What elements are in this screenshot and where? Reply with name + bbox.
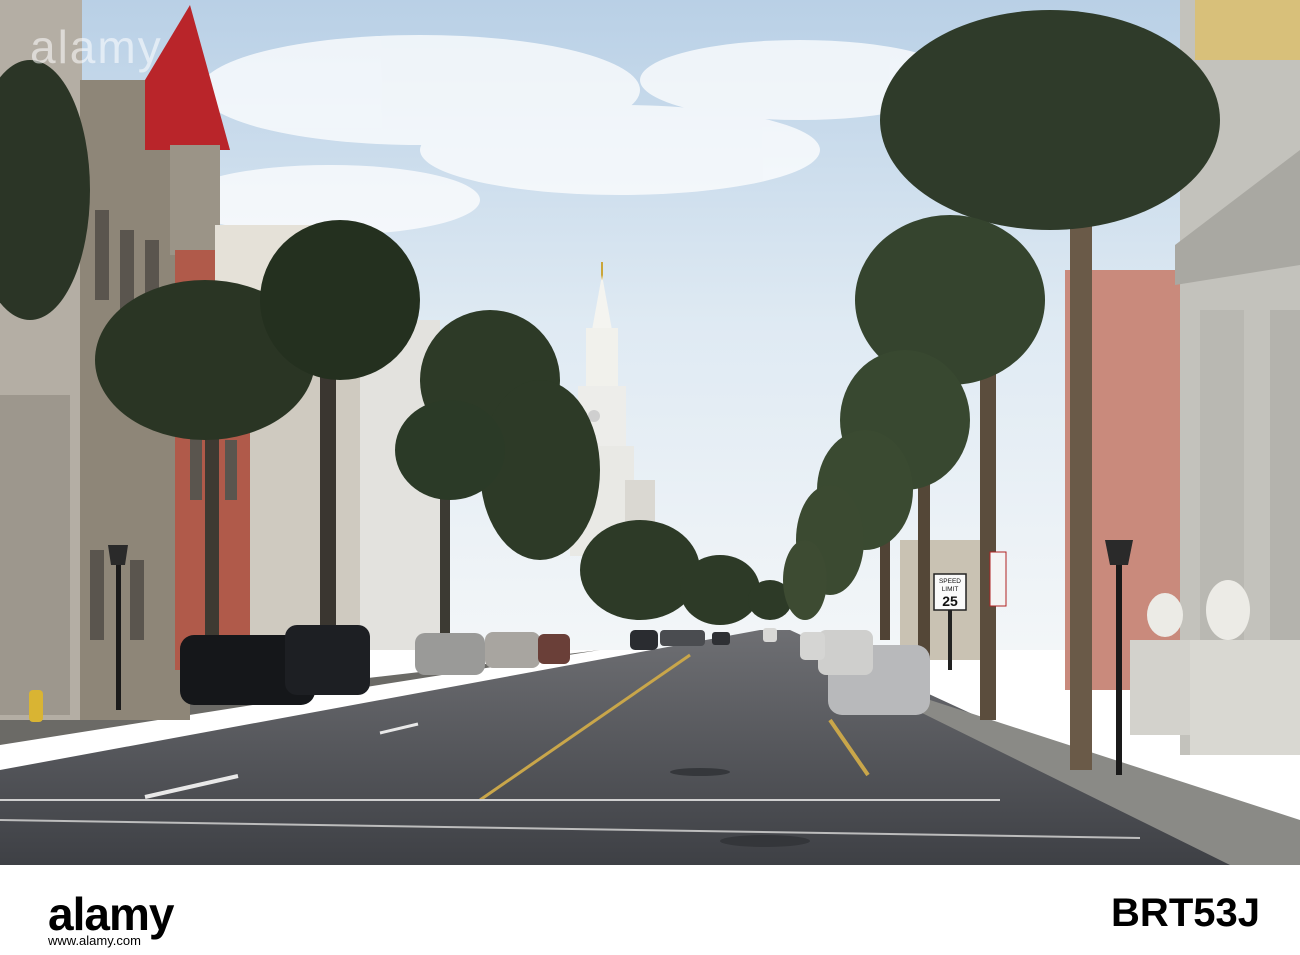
speed-sign-line2: LIMIT xyxy=(942,586,959,593)
footer-image-code: BRT53J xyxy=(1111,891,1260,935)
street-photo: SPEED LIMIT 25 xyxy=(0,0,1300,865)
stock-footer: alamy www.alamy.com BRT53J xyxy=(0,865,1300,955)
footer-subline: www.alamy.com xyxy=(48,933,141,948)
fire-hydrant xyxy=(29,690,43,722)
speed-sign-line1: SPEED xyxy=(939,578,961,585)
speed-sign-value: 25 xyxy=(942,593,958,609)
street-scene: SPEED LIMIT 25 xyxy=(0,0,1300,865)
